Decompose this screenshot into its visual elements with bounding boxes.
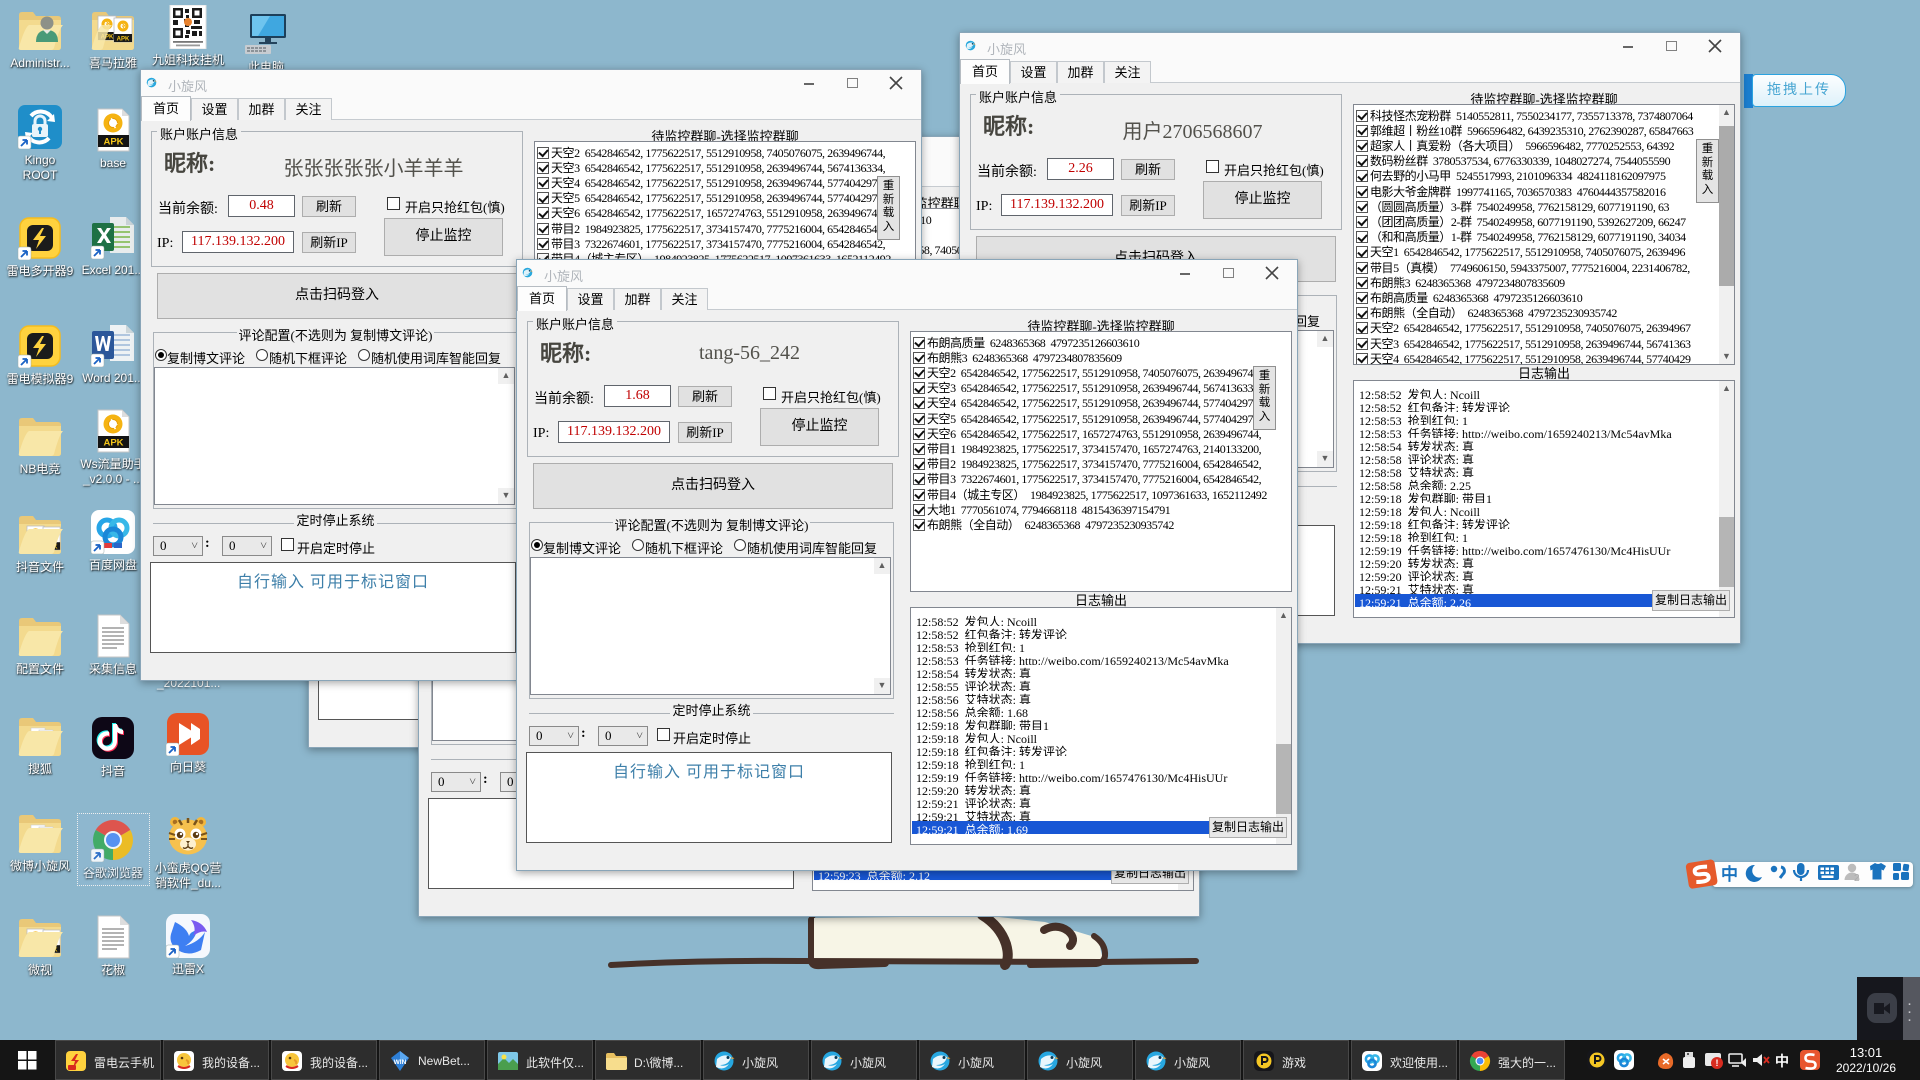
- svg-text:APK: APK: [103, 438, 123, 449]
- svg-text:!: !: [1716, 1058, 1719, 1068]
- svg-text:APK: APK: [117, 37, 130, 43]
- svg-text:WIN: WIN: [394, 1059, 407, 1066]
- svg-text:APK: APK: [103, 137, 123, 148]
- svg-text:中: 中: [1721, 864, 1738, 884]
- svg-text:2: 2: [1854, 873, 1860, 884]
